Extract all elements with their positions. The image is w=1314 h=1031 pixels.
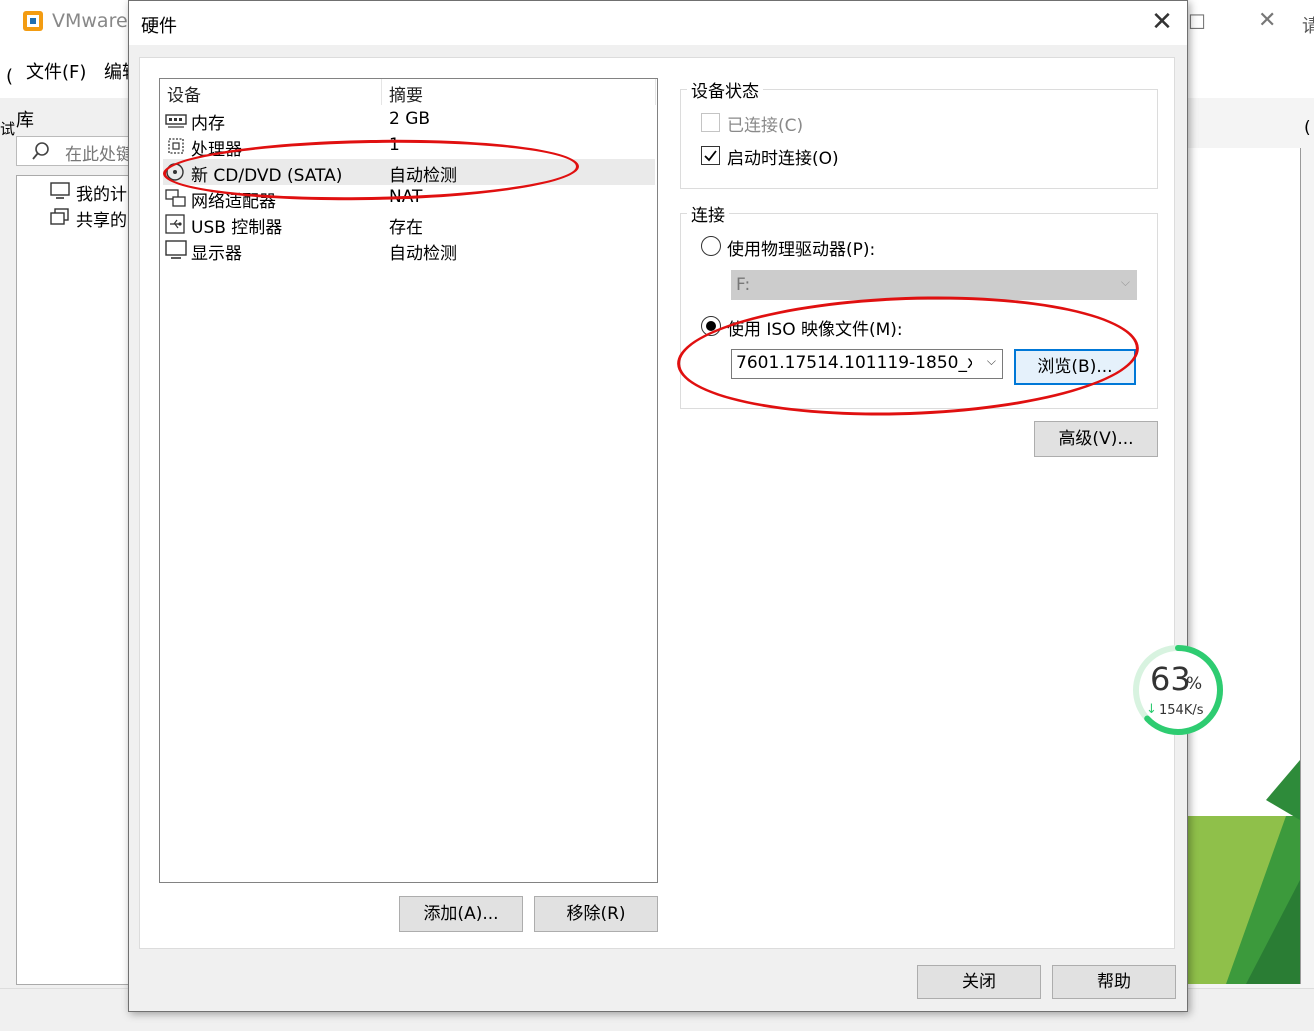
usb-icon [165, 214, 185, 234]
device-row-display[interactable]: 显示器 自动检测 [163, 237, 655, 264]
dialog-close-icon[interactable]: ✕ [1147, 7, 1177, 37]
maximize-icon[interactable]: ☐ [1188, 10, 1206, 34]
remove-device-button[interactable]: 移除(R) [534, 896, 658, 932]
connected-label: 已连接(C) [727, 116, 804, 136]
library-search-input[interactable]: 在此处键 [16, 136, 138, 166]
connection-title: 连接 [687, 201, 729, 226]
column-header-summary[interactable]: 摘要 [389, 81, 423, 106]
library-tree [16, 175, 138, 985]
connect-at-power-on-label: 启动时连接(O) [727, 149, 839, 169]
edge-glyph-mid: ( [1304, 118, 1311, 138]
column-header-device[interactable]: 设备 [167, 81, 201, 106]
physical-drive-radio[interactable] [701, 236, 721, 256]
device-name: 内存 [191, 114, 225, 134]
device-row-memory[interactable]: 内存 2 GB [163, 107, 655, 134]
device-row-usb[interactable]: USB 控制器 存在 [163, 211, 655, 238]
hardware-dialog: 硬件 ✕ 设备 摘要 内存 2 GB 处理器 1 新 CD/DVD (SATA)… [128, 0, 1188, 1012]
vmware-logo-icon [23, 11, 43, 31]
widget-percent-sign: % [1186, 674, 1203, 694]
close-main-icon[interactable]: ✕ [1258, 8, 1276, 33]
device-summary: 2 GB [389, 109, 431, 129]
network-speed-widget[interactable]: 63 % ↓ 154K/s [1130, 642, 1226, 738]
memory-icon [165, 114, 187, 128]
shared-vm-icon [50, 208, 69, 225]
help-button[interactable]: 帮助 [1052, 965, 1176, 999]
green-banner-art [1186, 760, 1300, 984]
library-title: 库 [16, 110, 34, 131]
connect-at-power-on-checkbox[interactable] [701, 146, 720, 165]
device-summary: 存在 [389, 218, 423, 238]
widget-speed: 154K/s [1159, 703, 1204, 718]
device-status-group [680, 89, 1158, 189]
chevron-down-icon: ⌵ [1120, 275, 1130, 289]
checkmark-icon [704, 150, 717, 162]
dialog-title: 硬件 [141, 16, 177, 37]
advanced-button[interactable]: 高级(V)... [1034, 421, 1158, 457]
processor-icon [168, 138, 184, 154]
device-name: 显示器 [191, 244, 242, 264]
computer-icon [50, 182, 70, 199]
download-arrow-icon: ↓ [1146, 702, 1157, 717]
device-name: USB 控制器 [191, 218, 283, 238]
search-placeholder: 在此处键 [65, 145, 133, 165]
tree-label: 共享的 [76, 211, 127, 231]
menubar-edge: ( [6, 66, 14, 87]
network-adapter-icon [165, 189, 186, 207]
device-summary: 自动检测 [389, 244, 457, 264]
drive-select-value: F: [736, 275, 751, 295]
add-device-button[interactable]: 添加(A)... [399, 896, 523, 932]
search-icon [32, 142, 49, 160]
column-separator [381, 79, 382, 105]
monitor-icon [165, 240, 187, 259]
dialog-titlebar: 硬件 ✕ [129, 1, 1187, 45]
connected-checkbox[interactable] [701, 113, 720, 132]
menu-file[interactable]: 文件(F) [26, 58, 86, 84]
column-separator [655, 79, 656, 105]
device-status-title: 设备状态 [687, 77, 763, 102]
close-button[interactable]: 关闭 [917, 965, 1041, 999]
left-edge-glyph: 试 [0, 120, 16, 138]
widget-percent: 63 [1150, 660, 1191, 698]
edge-glyph-top: 请 [1302, 16, 1314, 37]
physical-drive-label: 使用物理驱动器(P): [727, 240, 876, 260]
tree-label: 我的计 [76, 185, 127, 205]
app-title: VMware [52, 10, 128, 32]
